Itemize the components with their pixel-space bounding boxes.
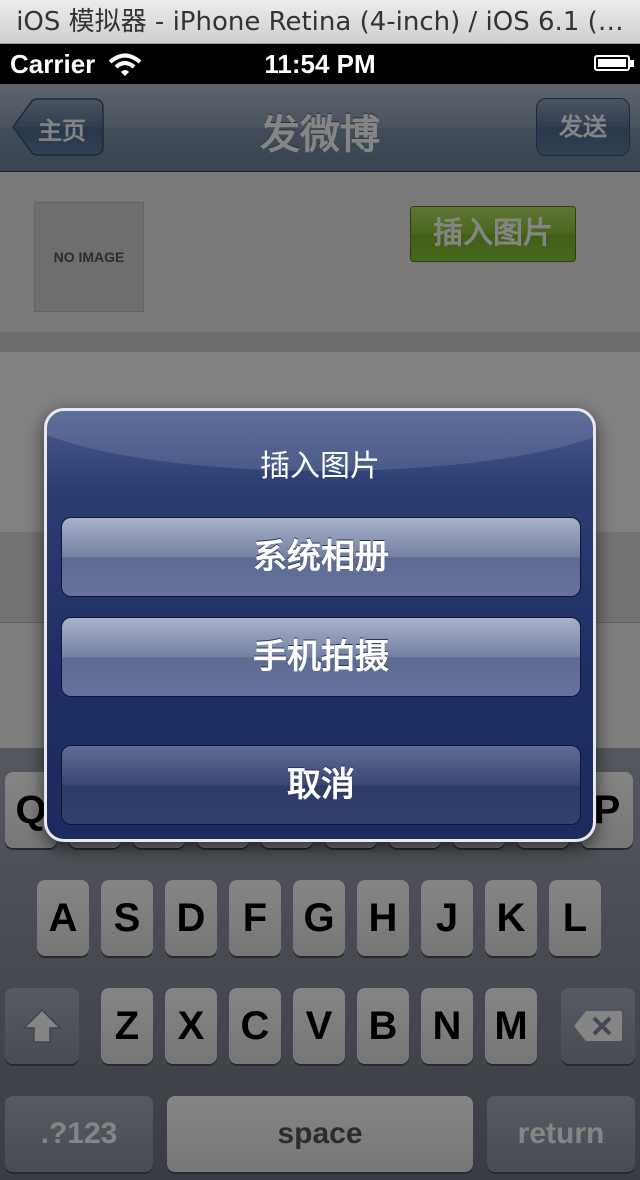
alert-title: 插入图片 bbox=[260, 449, 380, 484]
simulator-title-bar: iOS 模拟器 - iPhone Retina (4-inch) / iOS 6… bbox=[0, 0, 640, 44]
battery-icon bbox=[594, 55, 634, 71]
status-bar: Carrier 11:54 PM bbox=[0, 44, 640, 84]
simulator-title: iOS 模拟器 - iPhone Retina (4-inch) / iOS 6… bbox=[16, 7, 624, 37]
cancel-button[interactable]: 取消 bbox=[61, 745, 581, 825]
insert-image-action-sheet: 插入图片 系统相册 手机拍摄 取消 bbox=[44, 408, 596, 842]
take-photo-button[interactable]: 手机拍摄 bbox=[61, 617, 581, 697]
photo-library-button[interactable]: 系统相册 bbox=[61, 517, 581, 597]
status-time: 11:54 PM bbox=[264, 49, 376, 79]
